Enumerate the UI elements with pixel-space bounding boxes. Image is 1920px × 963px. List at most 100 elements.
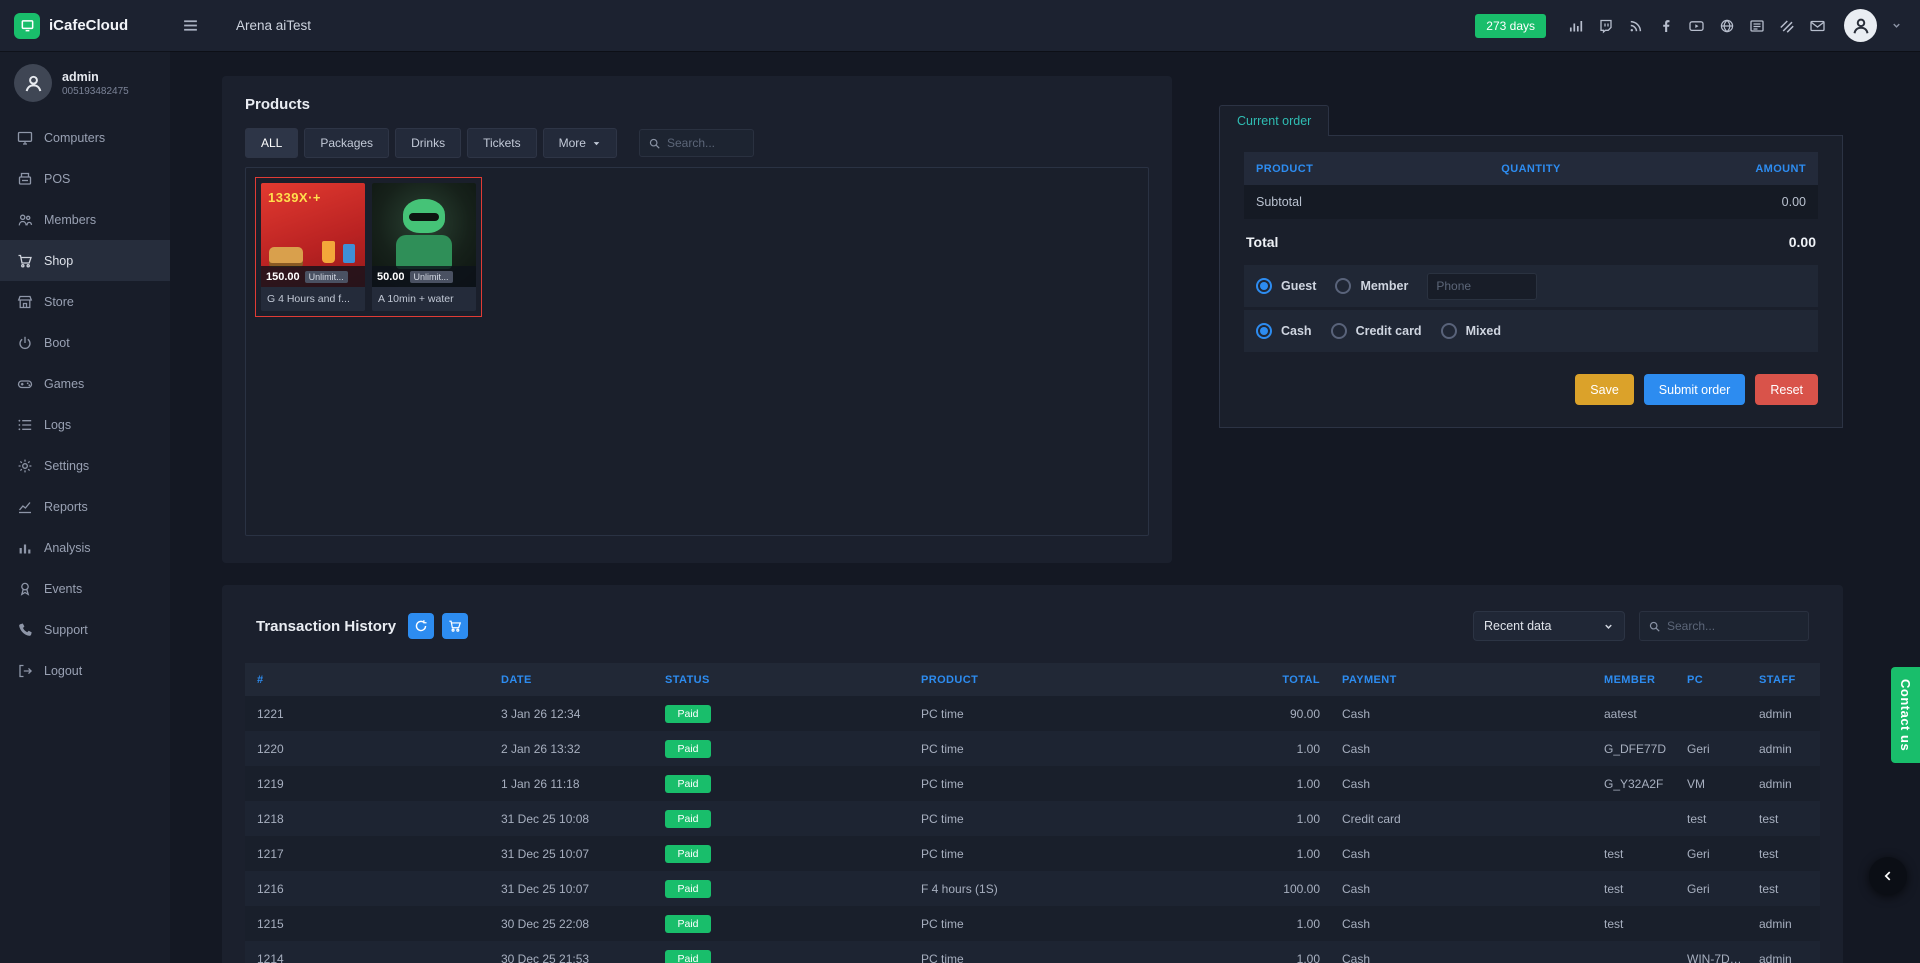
mail-icon[interactable]	[1809, 18, 1826, 34]
facebook-icon[interactable]	[1658, 18, 1674, 34]
products-toolbar: ALL Packages Drinks Tickets More	[245, 128, 1149, 158]
recent-data-select[interactable]: Recent data	[1473, 611, 1625, 641]
globe-icon[interactable]	[1719, 18, 1735, 34]
cart-button[interactable]	[442, 613, 468, 639]
license-days-badge[interactable]: 273 days	[1475, 14, 1546, 38]
sidebar-item-reports[interactable]: Reports	[0, 486, 170, 527]
refresh-button[interactable]	[408, 613, 434, 639]
sidebar-item-label: Store	[44, 295, 74, 309]
stats-icon[interactable]	[1568, 18, 1584, 34]
phone-icon	[17, 622, 33, 638]
tab-more[interactable]: More	[543, 128, 617, 158]
cell-member: G_Y32A2F	[1592, 777, 1675, 791]
sidebar-item-support[interactable]: Support	[0, 609, 170, 650]
sidebar-item-boot[interactable]: Boot	[0, 322, 170, 363]
member-radio[interactable]	[1335, 278, 1351, 294]
contact-us-button[interactable]: Contact us	[1891, 667, 1920, 763]
cash-label[interactable]: Cash	[1281, 324, 1312, 338]
collapse-chevron-button[interactable]	[1869, 857, 1907, 895]
cell-product: PC time	[909, 952, 1214, 963]
sidebar-item-games[interactable]: Games	[0, 363, 170, 404]
cell-staff: test	[1747, 812, 1820, 826]
hamburger-menu-icon[interactable]	[170, 6, 210, 46]
credit-card-label[interactable]: Credit card	[1356, 324, 1422, 338]
sidebar-profile[interactable]: admin 005193482475	[0, 51, 170, 117]
payment-options-row: Cash Credit card Mixed	[1244, 310, 1818, 352]
status-badge: Paid	[665, 845, 711, 863]
product-image-combo: 1339X·+ 150.00 Unlimit...	[261, 183, 365, 287]
reviews-icon[interactable]	[1779, 18, 1795, 34]
sidebar-item-pos[interactable]: POS	[0, 158, 170, 199]
tab-drinks[interactable]: Drinks	[395, 128, 461, 158]
tab-all[interactable]: ALL	[245, 128, 298, 158]
guest-label[interactable]: Guest	[1281, 279, 1316, 293]
submit-order-button[interactable]: Submit order	[1644, 374, 1746, 405]
list-icon	[17, 417, 33, 433]
subtotal-value: 0.00	[1782, 195, 1806, 209]
tab-tickets[interactable]: Tickets	[467, 128, 537, 158]
save-button[interactable]: Save	[1575, 374, 1634, 405]
store-icon	[17, 294, 33, 310]
sidebar-item-events[interactable]: Events	[0, 568, 170, 609]
mixed-label[interactable]: Mixed	[1466, 324, 1501, 338]
cell-member: test	[1592, 847, 1675, 861]
total-label: Total	[1246, 234, 1278, 250]
cell-total: 90.00	[1214, 707, 1324, 721]
brand[interactable]: iCafeCloud	[0, 13, 170, 39]
cell-date: 31 Dec 25 10:07	[489, 847, 653, 861]
member-label[interactable]: Member	[1360, 279, 1408, 293]
product-card[interactable]: 50.00 Unlimit... A 10min + water	[372, 183, 476, 311]
cell-total: 1.00	[1214, 917, 1324, 931]
sidebar-item-members[interactable]: Members	[0, 199, 170, 240]
tab-packages[interactable]: Packages	[304, 128, 389, 158]
chevron-down-icon	[1603, 621, 1614, 632]
billing-icon[interactable]	[1749, 18, 1765, 34]
sidebar: admin 005193482475 Computers POS Members…	[0, 51, 170, 963]
table-row[interactable]: 1216 31 Dec 25 10:07 Paid F 4 hours (1S)…	[245, 871, 1820, 906]
table-row[interactable]: 1218 31 Dec 25 10:08 Paid PC time 1.00 C…	[245, 801, 1820, 836]
sidebar-item-settings[interactable]: Settings	[0, 445, 170, 486]
table-row[interactable]: 1214 30 Dec 25 21:53 Paid PC time 1.00 C…	[245, 941, 1820, 963]
col-status: STATUS	[653, 674, 909, 686]
user-avatar[interactable]	[1844, 9, 1877, 42]
guest-radio[interactable]	[1256, 278, 1272, 294]
status-badge: Paid	[665, 705, 711, 723]
cell-payment: Cash	[1324, 707, 1592, 721]
sidebar-item-logs[interactable]: Logs	[0, 404, 170, 445]
reset-button[interactable]: Reset	[1755, 374, 1818, 405]
cash-radio[interactable]	[1256, 323, 1272, 339]
transaction-search-input[interactable]	[1667, 619, 1745, 633]
phone-input[interactable]	[1427, 273, 1537, 300]
gear-icon	[17, 458, 33, 474]
product-card[interactable]: 1339X·+ 150.00 Unlimit... G 4 Hours and …	[261, 183, 365, 311]
table-row[interactable]: 1217 31 Dec 25 10:07 Paid PC time 1.00 C…	[245, 836, 1820, 871]
tab-current-order[interactable]: Current order	[1219, 105, 1329, 136]
sidebar-item-shop[interactable]: Shop	[0, 240, 170, 281]
table-row[interactable]: 1219 1 Jan 26 11:18 Paid PC time 1.00 Ca…	[245, 766, 1820, 801]
credit-card-radio[interactable]	[1331, 323, 1347, 339]
products-search-input[interactable]	[667, 136, 745, 150]
twitch-icon[interactable]	[1598, 18, 1614, 34]
promo-text: 1339X·+	[268, 190, 321, 205]
sidebar-item-computers[interactable]: Computers	[0, 117, 170, 158]
sidebar-item-label: Logout	[44, 664, 82, 678]
mixed-radio[interactable]	[1441, 323, 1457, 339]
status-badge: Paid	[665, 915, 711, 933]
table-row[interactable]: 1215 30 Dec 25 22:08 Paid PC time 1.00 C…	[245, 906, 1820, 941]
product-selection-box: 1339X·+ 150.00 Unlimit... G 4 Hours and …	[255, 177, 482, 317]
cell-status: Paid	[653, 775, 909, 793]
cell-product: PC time	[909, 847, 1214, 861]
power-icon	[17, 335, 33, 351]
sidebar-item-analysis[interactable]: Analysis	[0, 527, 170, 568]
chevron-down-icon[interactable]	[1891, 20, 1902, 31]
youtube-icon[interactable]	[1688, 18, 1705, 34]
table-row[interactable]: 1221 3 Jan 26 12:34 Paid PC time 90.00 C…	[245, 696, 1820, 731]
product-price: 50.00	[377, 271, 405, 283]
rss-icon[interactable]	[1628, 18, 1644, 34]
cell-pc: WIN-7D409I...	[1675, 952, 1747, 963]
table-row[interactable]: 1220 2 Jan 26 13:32 Paid PC time 1.00 Ca…	[245, 731, 1820, 766]
transaction-title: Transaction History	[256, 618, 396, 635]
col-amount: AMOUNT	[1623, 163, 1806, 175]
sidebar-item-store[interactable]: Store	[0, 281, 170, 322]
sidebar-item-logout[interactable]: Logout	[0, 650, 170, 691]
